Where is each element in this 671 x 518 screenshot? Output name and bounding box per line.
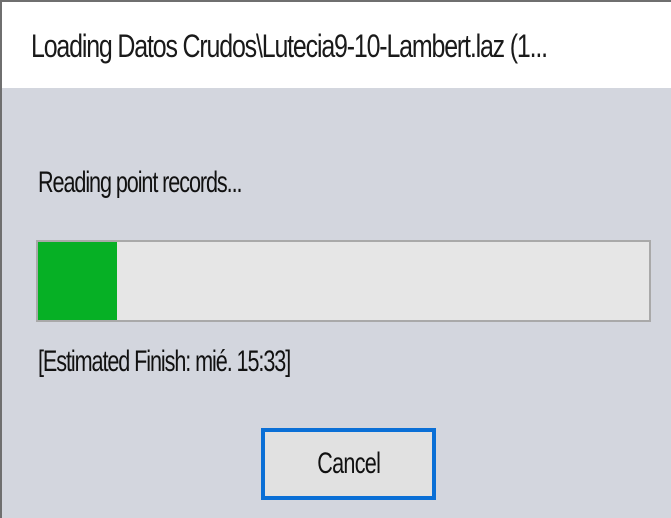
dialog-body: Reading point records... [Estimated Fini… — [2, 88, 671, 518]
title-bar: Loading Datos Crudos\Lutecia9-10-Lambert… — [2, 2, 671, 88]
progress-fill — [38, 242, 118, 320]
cancel-button-label: Cancel — [317, 447, 381, 480]
loading-dialog: Loading Datos Crudos\Lutecia9-10-Lambert… — [0, 0, 671, 518]
estimated-finish-text: [Estimated Finish: mié. 15:33] — [38, 345, 291, 378]
status-text: Reading point records... — [38, 166, 242, 199]
window-title: Loading Datos Crudos\Lutecia9-10-Lambert… — [31, 28, 548, 64]
progress-bar — [36, 240, 651, 322]
cancel-button[interactable]: Cancel — [261, 428, 436, 500]
